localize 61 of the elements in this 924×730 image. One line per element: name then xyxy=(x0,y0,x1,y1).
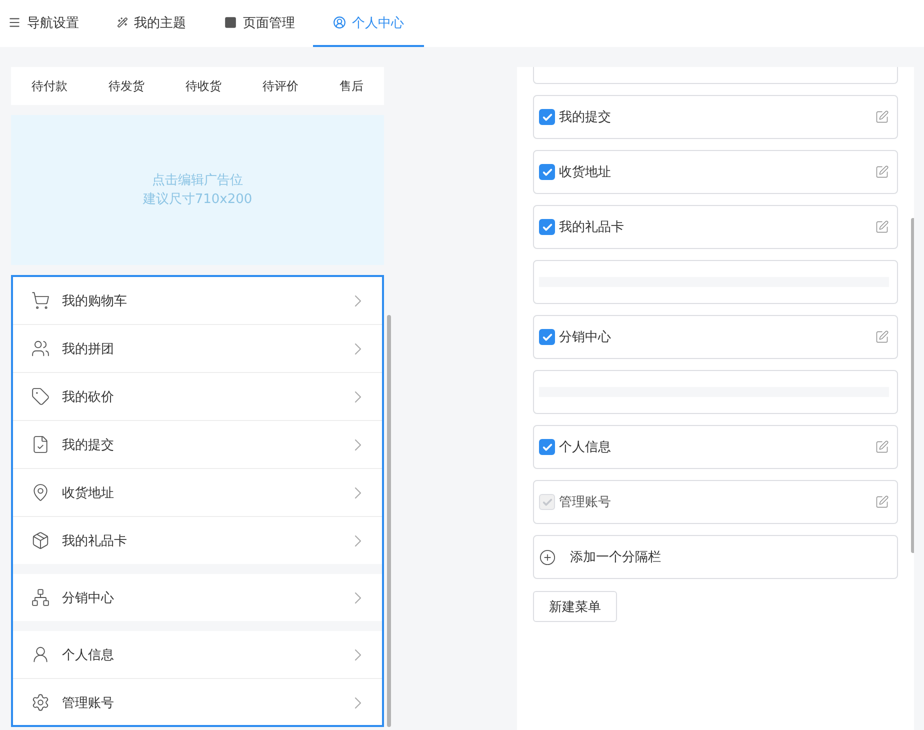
checkbox[interactable] xyxy=(539,219,555,235)
menu-icon xyxy=(8,16,21,29)
document-icon xyxy=(31,435,50,454)
group-icon xyxy=(31,339,50,358)
location-pin-icon xyxy=(31,483,50,502)
add-divider-card[interactable]: 添加一个分隔栏 xyxy=(533,535,898,579)
add-icon xyxy=(539,548,556,566)
edit-icon[interactable] xyxy=(875,110,889,124)
edit-icon[interactable] xyxy=(875,330,889,344)
checkbox[interactable] xyxy=(539,329,555,345)
edit-icon[interactable] xyxy=(875,495,889,509)
new-menu-button[interactable]: 新建菜单 xyxy=(533,591,617,622)
ad-size-hint: 建议尺寸710x200 xyxy=(142,191,252,209)
checkbox[interactable] xyxy=(539,439,555,455)
order-status-tab[interactable]: 待评价 xyxy=(262,78,298,94)
square-icon xyxy=(224,16,237,29)
cart-icon xyxy=(31,291,50,310)
order-status-tab[interactable]: 待收货 xyxy=(186,78,222,94)
menu-item[interactable]: 我的礼品卡 xyxy=(13,517,382,564)
tag-icon xyxy=(31,387,50,406)
ad-title: 点击编辑广告位 xyxy=(152,172,243,190)
user-circle-icon xyxy=(333,16,346,29)
tab[interactable]: 页面管理 xyxy=(220,0,315,47)
edit-icon[interactable] xyxy=(875,220,889,234)
scrollbar[interactable] xyxy=(387,315,391,727)
order-status-tab[interactable]: 待付款 xyxy=(32,78,68,94)
check-icon xyxy=(542,112,552,122)
menu-item[interactable]: 我的提交 xyxy=(13,421,382,469)
box-icon xyxy=(31,531,50,550)
settings-icon xyxy=(31,693,50,712)
checkbox[interactable] xyxy=(539,164,555,180)
check-icon xyxy=(542,332,552,342)
checkbox[interactable] xyxy=(539,109,555,125)
menu-item[interactable]: 管理账号 xyxy=(13,679,382,725)
menu-setting-label: 我的礼品卡 xyxy=(559,219,625,236)
hierarchy-icon xyxy=(31,588,50,607)
check-icon xyxy=(542,222,552,232)
order-status-tab[interactable]: 售后 xyxy=(340,78,364,94)
wand-icon xyxy=(117,17,128,28)
check-icon xyxy=(542,496,552,508)
check-icon xyxy=(542,442,552,452)
person-icon xyxy=(31,645,50,664)
menu-item[interactable]: 收货地址 xyxy=(13,469,382,517)
scrollbar[interactable] xyxy=(911,218,914,553)
menu-setting-label: 我的提交 xyxy=(559,109,612,126)
tab[interactable]: 导航设置 xyxy=(4,0,99,47)
edit-icon[interactable] xyxy=(875,440,889,454)
menu-item[interactable]: 我的砍价 xyxy=(13,373,382,421)
menu-setting-label: 分销中心 xyxy=(559,329,612,346)
menu-item[interactable]: 分销中心 xyxy=(13,574,382,621)
menu-setting-label: 收货地址 xyxy=(559,164,612,181)
edit-icon[interactable] xyxy=(875,165,889,179)
menu-item[interactable]: 我的购物车 xyxy=(13,277,382,325)
menu-item[interactable]: 个人信息 xyxy=(13,631,382,679)
menu-setting-label: 管理账号 xyxy=(559,494,612,511)
check-icon xyxy=(542,166,552,178)
menu-item[interactable]: 我的拼团 xyxy=(13,325,382,373)
menu-setting-label: 个人信息 xyxy=(559,439,612,456)
add-divider-label: 添加一个分隔栏 xyxy=(570,549,661,566)
tab[interactable]: 我的主题 xyxy=(113,0,206,47)
order-status-tab[interactable]: 待发货 xyxy=(108,78,144,94)
